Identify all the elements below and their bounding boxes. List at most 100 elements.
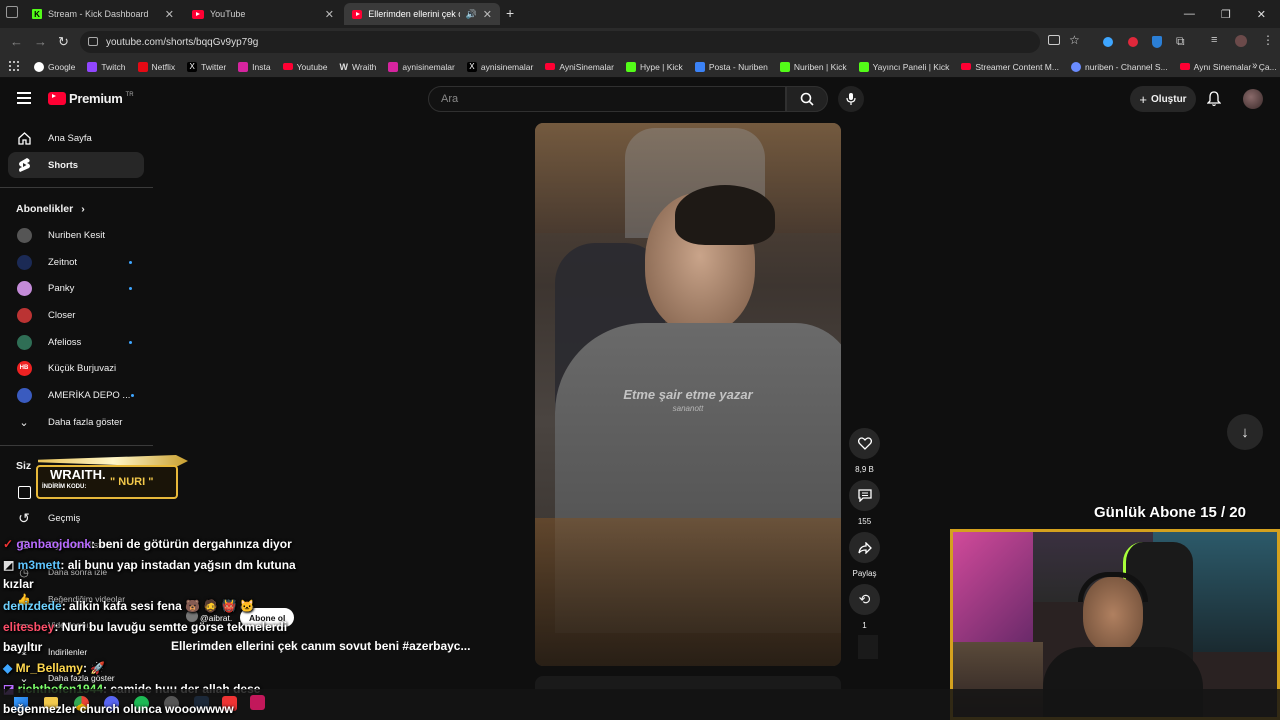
bookmark-label: Yayıncı Paneli | Kick xyxy=(872,61,950,72)
bookmark[interactable]: nuriben - Channel S... xyxy=(1070,61,1168,72)
reload-icon[interactable]: ↻ xyxy=(58,34,69,50)
create-button[interactable]: + Oluştur xyxy=(1130,86,1196,112)
channel-thumbnail[interactable] xyxy=(858,635,878,659)
forward-icon[interactable]: → xyxy=(34,34,47,49)
tab-short-video[interactable]: Ellerimden ellerini çek canı 🔊 ✕ xyxy=(344,3,500,25)
channel-name: AMERİKA DEPO ... xyxy=(48,389,131,401)
chat-text: : ali bunu yap instadan yağsın dm kutuna xyxy=(60,558,296,572)
back-icon[interactable]: ← xyxy=(10,34,23,49)
minimize-icon[interactable]: — xyxy=(1184,8,1195,20)
voice-search-button[interactable] xyxy=(838,86,864,112)
close-window-icon[interactable]: ✕ xyxy=(1257,8,1266,21)
remix-action[interactable]: ⟲ 1 xyxy=(849,584,880,630)
bookmark-label: AyniSinemalar xyxy=(559,61,614,72)
sidebar-item-channel[interactable]: Panky xyxy=(8,275,144,301)
bookmark[interactable]: aynisinemalar xyxy=(388,61,455,72)
puzzle-icon[interactable]: ⧉ xyxy=(1176,34,1185,49)
youtube-logo[interactable]: Premium TR xyxy=(48,91,134,106)
browser-tab-bar: K Stream - Kick Dashboard ✕ YouTube ✕ El… xyxy=(0,0,1280,28)
bookmark[interactable]: Youtube xyxy=(282,62,328,72)
share-icon xyxy=(857,541,872,554)
bookmark-label: Google xyxy=(48,61,76,72)
like-button[interactable] xyxy=(849,428,880,459)
bookmark[interactable]: Xaynisinemalar xyxy=(466,61,533,72)
new-tab-icon[interactable]: + xyxy=(506,5,514,21)
chat-text: : beni de götürün dergahınıza diyor xyxy=(91,537,292,551)
like-action[interactable]: 8,9 B xyxy=(849,428,880,474)
close-icon[interactable]: ✕ xyxy=(325,8,334,21)
extension-icon[interactable] xyxy=(1128,37,1138,47)
chat-username: Mr_Bellamy xyxy=(15,661,83,675)
sidebar-item-channel[interactable]: Closer xyxy=(8,302,144,328)
remix-icon: ⟲ xyxy=(858,591,871,607)
channel-name: Küçük Burjuvazi xyxy=(48,362,117,374)
install-icon[interactable] xyxy=(1048,35,1060,45)
channel-avatar xyxy=(16,254,32,270)
url-field[interactable]: youtube.com/shorts/bqqGv9yp79g xyxy=(80,31,1040,53)
search-input[interactable]: Ara xyxy=(428,86,786,112)
sidebar-item-home[interactable]: Ana Sayfa xyxy=(8,125,144,151)
short-video-player[interactable]: Etme şair etme yazar sananott xyxy=(535,123,841,666)
tab-youtube[interactable]: YouTube ✕ xyxy=(184,3,342,25)
maximize-icon[interactable]: ❐ xyxy=(1221,8,1231,21)
sidebar-item-channel[interactable]: Zeitnot xyxy=(8,249,144,275)
bookmark[interactable]: W Wraith xyxy=(340,62,377,72)
bookmark[interactable]: X Twitter xyxy=(187,61,227,72)
next-short-preview[interactable] xyxy=(535,676,841,690)
comment-action[interactable]: 155 xyxy=(849,480,880,526)
bookmark[interactable]: Yayıncı Paneli | Kick xyxy=(858,61,950,72)
subscriptions-header[interactable]: Abonelikler › xyxy=(16,203,85,215)
kick-icon xyxy=(625,61,636,72)
share-action[interactable]: Paylaş xyxy=(849,532,880,578)
bookmark[interactable]: Hype | Kick xyxy=(625,61,683,72)
bookmarks-bar: Google Twitch Netflix X Twitter Insta You… xyxy=(0,56,1280,78)
sidebar-item-channel[interactable]: HB Küçük Burjuvazi xyxy=(8,355,144,381)
media-icon[interactable]: ≡ xyxy=(1211,34,1217,46)
bookmark-label: Twitter xyxy=(201,61,227,72)
speaker-icon[interactable]: 🔊 xyxy=(466,9,477,20)
history-icon: ↺ xyxy=(18,509,30,526)
bookmark[interactable]: Netflix xyxy=(137,61,175,72)
site-info-icon[interactable] xyxy=(88,37,98,46)
comment-button[interactable] xyxy=(849,480,880,511)
show-more-button[interactable]: ⌄ Daha fazla göster xyxy=(8,409,144,435)
star-icon[interactable]: ☆ xyxy=(1069,33,1080,47)
bookmark[interactable]: Twitch xyxy=(87,61,126,72)
extension-icon[interactable] xyxy=(1103,37,1113,47)
chevron-right-icon: › xyxy=(81,203,85,215)
tab-kick-dashboard[interactable]: K Stream - Kick Dashboard ✕ xyxy=(24,3,182,25)
short-title[interactable]: Ellerimden ellerini çek canım sovut beni… xyxy=(171,639,470,653)
sidebar-item-channel[interactable]: Afelioss xyxy=(8,329,144,355)
profile-avatar[interactable] xyxy=(1235,35,1247,47)
new-content-dot xyxy=(129,260,132,264)
bookmark[interactable]: Aynı Sinemalar - Ça... xyxy=(1179,62,1277,72)
sidebar-item-channel[interactable]: AMERİKA DEPO ... xyxy=(8,382,144,408)
share-button[interactable] xyxy=(849,532,880,563)
remix-button[interactable]: ⟲ xyxy=(849,584,880,615)
x-icon: X xyxy=(187,61,198,72)
apps-icon[interactable] xyxy=(9,61,19,71)
sidebar-item-history[interactable]: ↺ Geçmiş xyxy=(8,505,144,531)
tab-search-icon[interactable] xyxy=(6,6,18,18)
bookmark[interactable]: Streamer Content M... xyxy=(961,62,1059,72)
bookmark[interactable]: Google xyxy=(34,61,76,72)
bookmark[interactable]: Nuriben | Kick xyxy=(779,61,847,72)
chat-username: elitesbey xyxy=(3,620,55,634)
url-text: youtube.com/shorts/bqqGv9yp79g xyxy=(106,36,259,48)
sidebar-item-channel[interactable]: Nuriben Kesit xyxy=(8,222,144,248)
search-button[interactable] xyxy=(786,86,828,112)
close-icon[interactable]: ✕ xyxy=(165,8,174,21)
next-short-button[interactable]: ↓ xyxy=(1227,414,1263,450)
bookmark[interactable]: AyniSinemalar xyxy=(545,62,614,72)
notifications-button[interactable] xyxy=(1206,91,1222,112)
more-bookmarks-icon[interactable]: » xyxy=(1252,60,1258,71)
bookmark[interactable]: Insta xyxy=(238,61,271,72)
app-icon[interactable] xyxy=(250,695,265,710)
sidebar-item-shorts[interactable]: Shorts xyxy=(8,152,144,178)
hamburger-menu-icon[interactable] xyxy=(17,92,31,104)
shield-icon[interactable] xyxy=(1152,36,1162,48)
bookmark[interactable]: Posta - Nuriben xyxy=(694,61,768,72)
close-icon[interactable]: ✕ xyxy=(483,8,492,21)
account-avatar[interactable] xyxy=(1243,89,1263,109)
menu-icon[interactable]: ⋮ xyxy=(1262,33,1274,47)
